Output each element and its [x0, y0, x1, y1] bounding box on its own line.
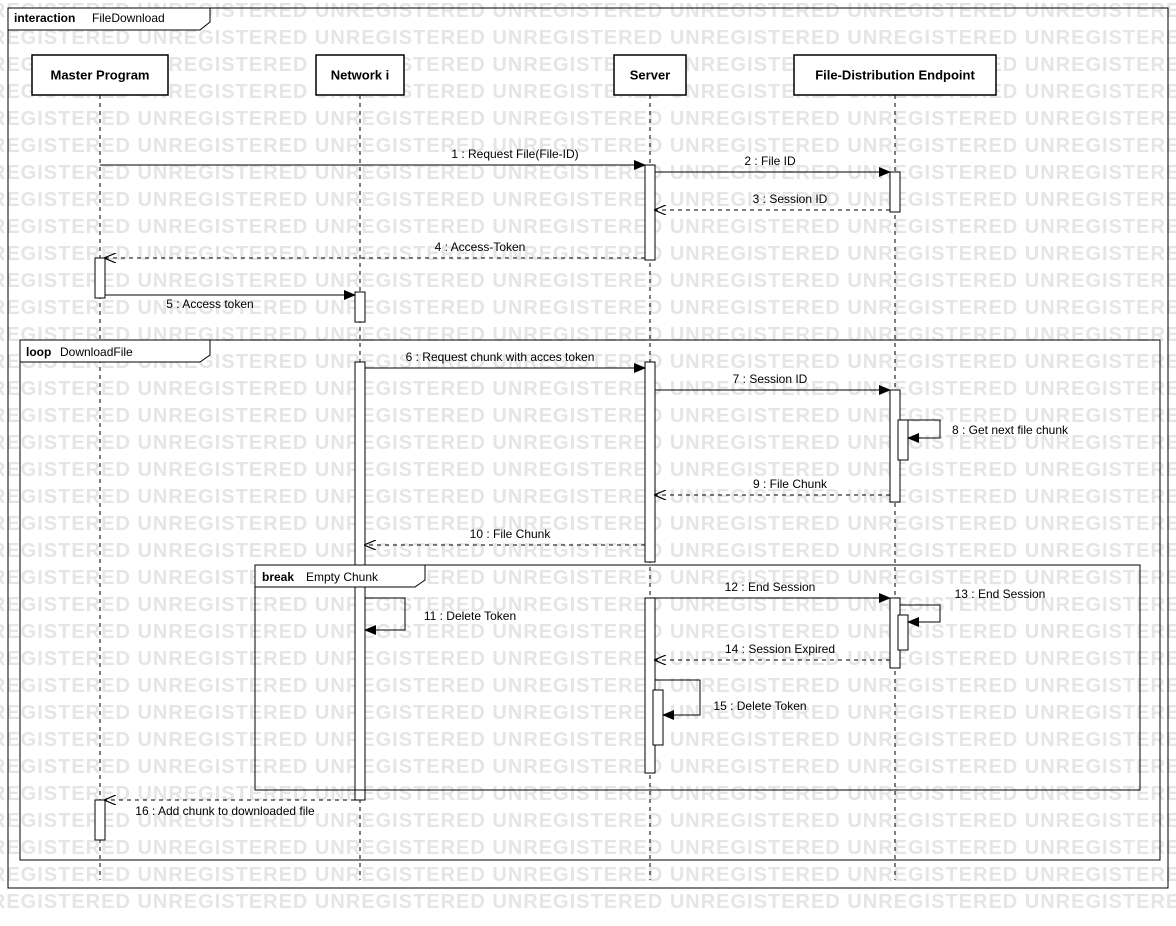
- interaction-frame: [8, 8, 1168, 888]
- svg-text:Server: Server: [630, 67, 670, 82]
- svg-text:Empty Chunk: Empty Chunk: [306, 570, 379, 584]
- svg-text:DownloadFile: DownloadFile: [60, 345, 133, 359]
- svg-text:Network i: Network i: [331, 67, 390, 82]
- svg-text:5 : Access token: 5 : Access token: [166, 297, 253, 311]
- activation-master-1: [95, 258, 105, 298]
- svg-text:10 : File Chunk: 10 : File Chunk: [470, 527, 552, 541]
- svg-text:6 : Request chunk with acces t: 6 : Request chunk with acces token: [406, 350, 595, 364]
- interaction-keyword: interaction: [14, 11, 75, 25]
- svg-text:9 : File Chunk: 9 : File Chunk: [753, 477, 828, 491]
- svg-text:File-Distribution Endpoint: File-Distribution Endpoint: [815, 67, 975, 82]
- svg-text:16 : Add chunk to downloaded f: 16 : Add chunk to downloaded file: [135, 804, 315, 818]
- svg-text:3 : Session ID: 3 : Session ID: [753, 192, 828, 206]
- activation-server-1: [645, 165, 655, 260]
- svg-text:Master Program: Master Program: [51, 67, 150, 82]
- sequence-diagram: interaction FileDownload Master Program …: [0, 0, 1176, 926]
- loop-keyword: loop: [26, 345, 51, 359]
- interaction-name: FileDownload: [92, 11, 165, 25]
- svg-text:7 : Session ID: 7 : Session ID: [733, 372, 808, 386]
- activation-master-16: [95, 800, 105, 840]
- activation-server-break: [645, 598, 655, 773]
- activation-endpoint-self: [898, 420, 908, 460]
- svg-text:14 : Session Expired: 14 : Session Expired: [725, 642, 835, 656]
- svg-text:15 : Delete Token: 15 : Delete Token: [713, 699, 806, 713]
- svg-text:4 : Access-Token: 4 : Access-Token: [435, 240, 526, 254]
- svg-text:11 : Delete Token: 11 : Delete Token: [424, 609, 516, 623]
- activation-network-1: [355, 292, 365, 322]
- svg-text:1 : Request File(File-ID): 1 : Request File(File-ID): [451, 147, 578, 161]
- break-keyword: break: [262, 570, 294, 584]
- activation-endpoint-break-self: [898, 615, 908, 650]
- msg-11: [365, 598, 405, 630]
- activation-server-loop: [645, 362, 655, 562]
- svg-text:12 : End Session: 12 : End Session: [725, 580, 816, 594]
- svg-text:8 : Get next file chunk: 8 : Get next file chunk: [952, 423, 1069, 437]
- svg-text:2 : File ID: 2 : File ID: [744, 154, 796, 168]
- activation-endpoint-1: [890, 172, 900, 212]
- svg-text:13 : End Session: 13 : End Session: [955, 587, 1046, 601]
- activation-server-self: [653, 690, 663, 745]
